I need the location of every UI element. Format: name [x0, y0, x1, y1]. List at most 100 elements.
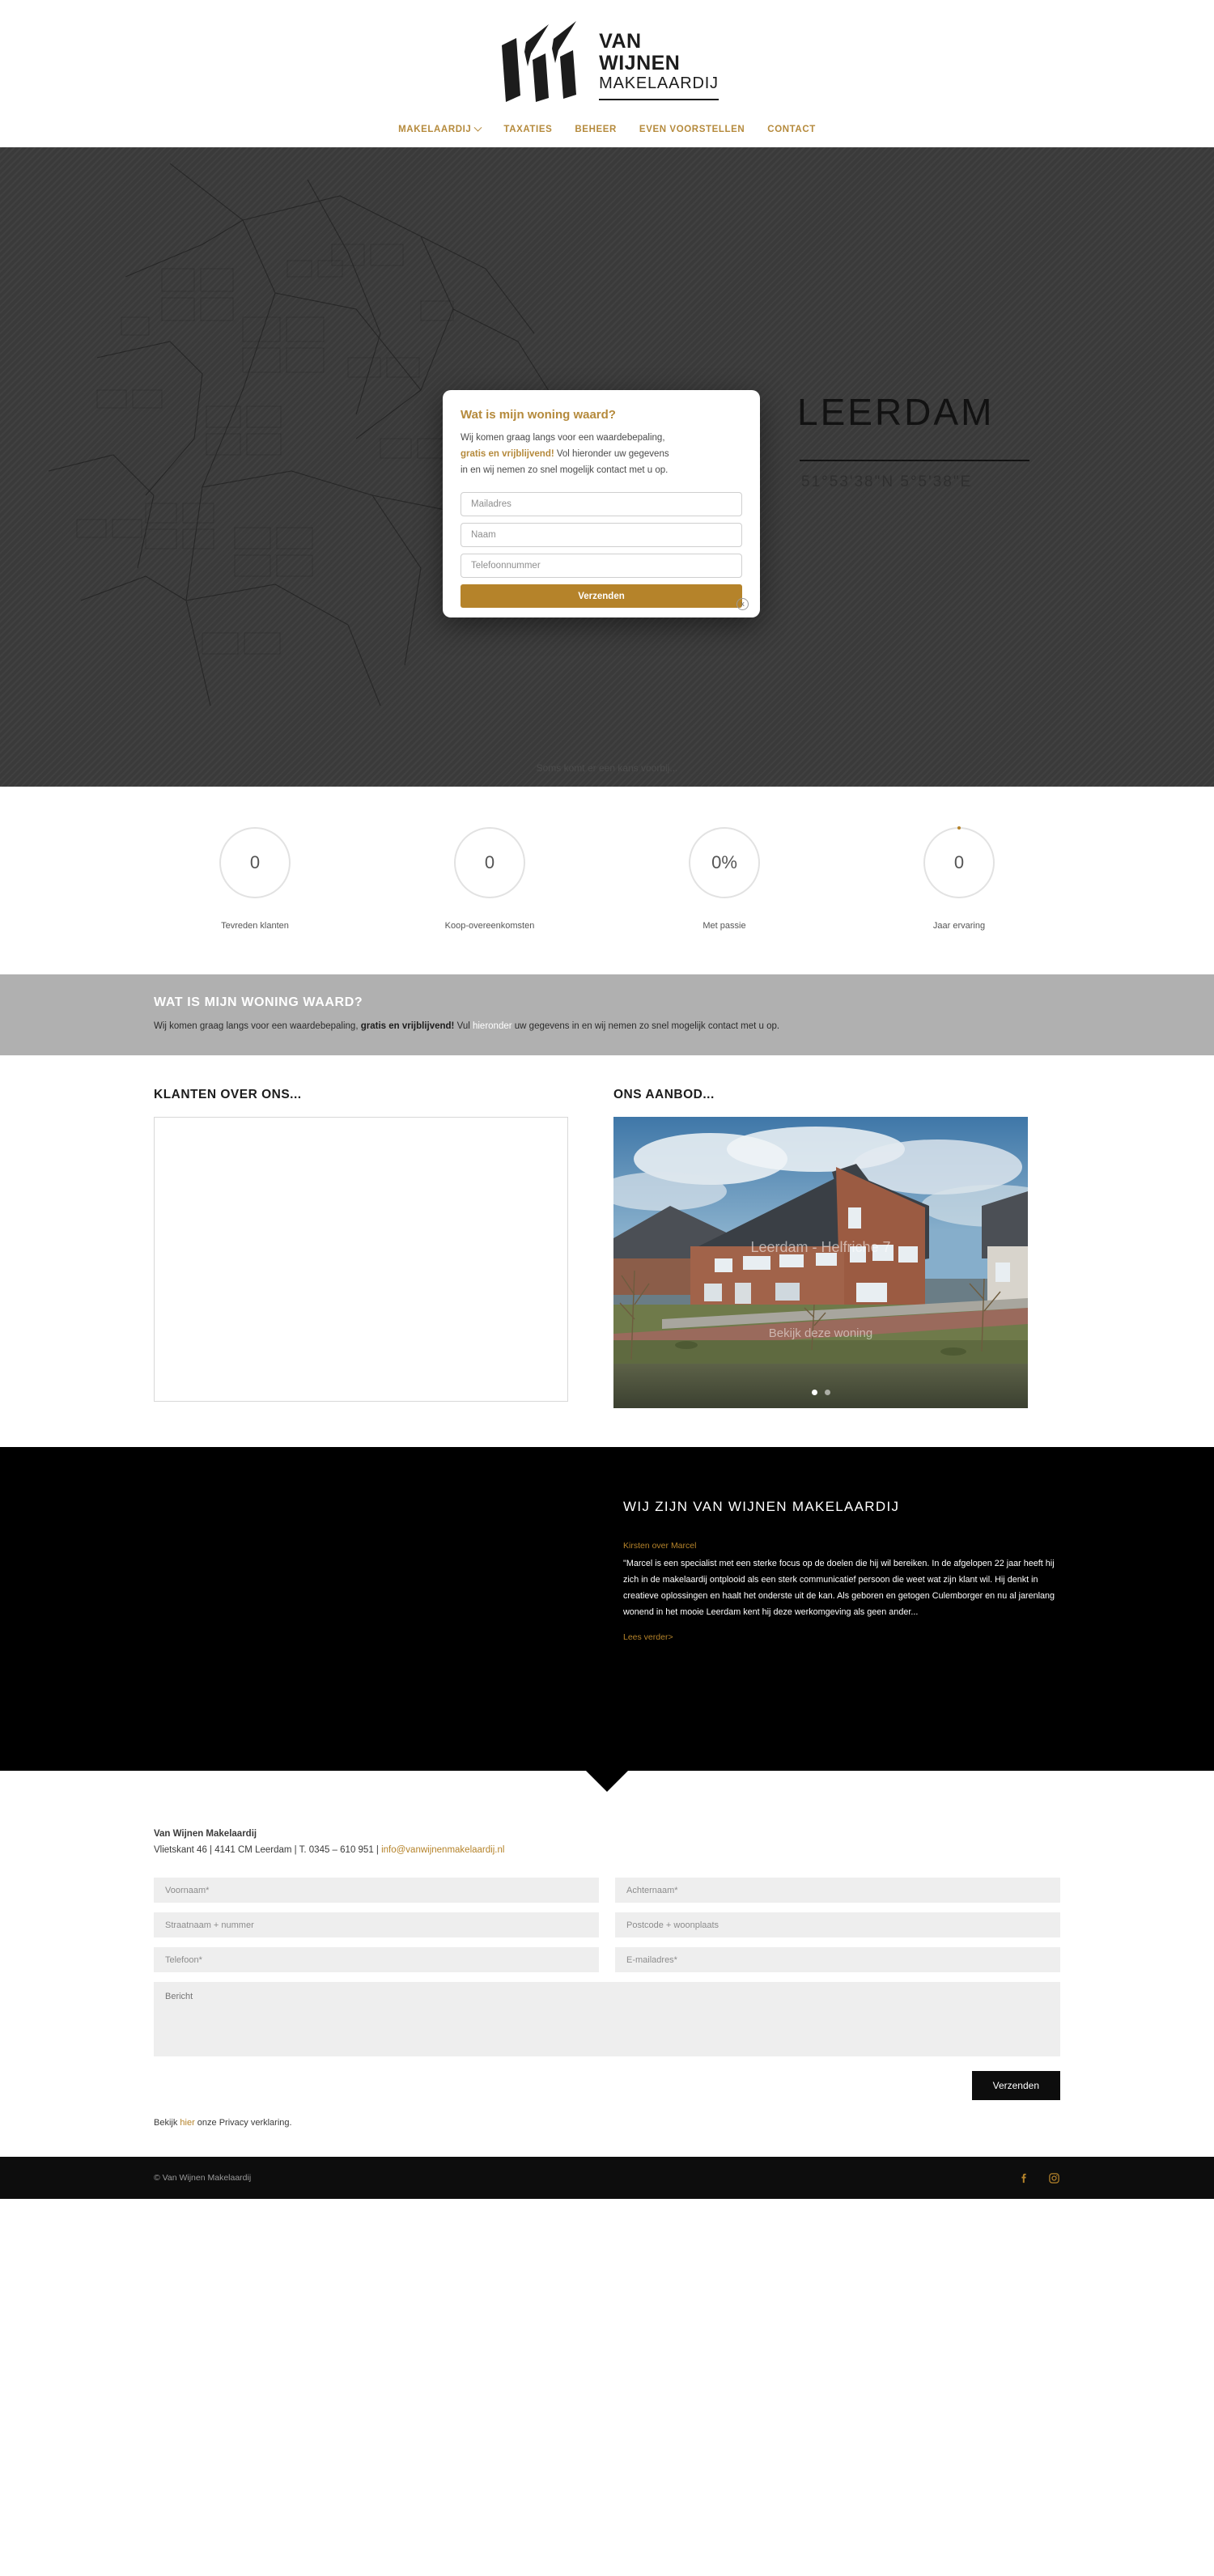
cta-text-strong: gratis en vrijblijvend! — [360, 1021, 455, 1031]
nav-item-contact[interactable]: CONTACT — [767, 125, 816, 134]
about-title: WIJ ZIJN VAN WIJNEN MAKELAARDIJ — [623, 1499, 900, 1514]
vw-logo-mark — [502, 21, 577, 102]
reviews-column: KLANTEN OVER ONS... — [154, 1088, 568, 1408]
contact-company-name: Van Wijnen Makelaardij — [154, 1829, 257, 1839]
contact-address-line: Vlietskant 46 | 4141 CM Leerdam | T. 034… — [154, 1845, 1060, 1855]
logo-line-wijnen: WIJNEN — [599, 51, 681, 74]
slider-dots — [613, 1390, 1028, 1395]
site-footer: © Van Wijnen Makelaardij — [0, 2157, 1214, 2199]
nav-label: MAKELAARDIJ — [398, 125, 472, 134]
counter-ring: 0% — [689, 827, 760, 898]
offer-title: ONS AANBOD... — [613, 1088, 715, 1101]
counter-label: Koop-overeenkomsten — [444, 921, 535, 931]
main-navigation: MAKELAARDIJ TAXATIES BEHEER EVEN VOORSTE… — [0, 113, 1214, 147]
contact-submit-button[interactable]: Verzenden — [971, 2071, 1060, 2100]
contact-address-text: Vlietskant 46 | 4141 CM Leerdam | T. 034… — [154, 1845, 382, 1855]
about-read-more-link[interactable]: Lees verder> — [623, 1632, 673, 1642]
nav-item-beheer[interactable]: BEHEER — [575, 125, 617, 134]
valuation-popup: Wat is mijn woning waard? Wij komen graa… — [443, 390, 760, 618]
privacy-note: Bekijk hier onze Privacy verklaring. — [154, 2118, 1060, 2157]
counter-ring: 0 — [219, 827, 291, 898]
close-icon[interactable]: x — [736, 598, 749, 611]
contact-submit-row: Verzenden — [154, 2071, 1060, 2100]
hero-copy: Soms komt er een kans voorbij... Langs d… — [154, 762, 1060, 787]
counter-jaar-ervaring: 0 Jaar ervaring — [894, 826, 1024, 931]
about-photo — [0, 1447, 607, 1771]
phone-input[interactable] — [154, 1947, 599, 1972]
logo-wordmark: VAN WIJNEN MAKELAARDIJ — [599, 18, 719, 100]
popup-body-strong: gratis en vrijblijvend! — [461, 448, 554, 459]
lastname-input[interactable] — [615, 1878, 1060, 1903]
content-columns: KLANTEN OVER ONS... ONS AANBOD... Leerda… — [154, 1088, 1060, 1447]
about-section: WIJ ZIJN VAN WIJNEN MAKELAARDIJ Kirsten … — [0, 1447, 1214, 1792]
reviews-widget[interactable] — [154, 1117, 568, 1402]
cta-hieronder-link[interactable]: hieronder — [473, 1021, 512, 1031]
postcode-input[interactable] — [615, 1912, 1060, 1937]
property-photo — [613, 1117, 1028, 1408]
hero-section: LEERDAM 51°53'38"N 5°5'38"E Wat is mijn … — [0, 147, 1214, 787]
footer-copyright: © Van Wijnen Makelaardij — [154, 2173, 252, 2183]
counter-value: 0 — [484, 852, 495, 872]
privacy-post-text: onze Privacy verklaring. — [194, 2118, 292, 2128]
privacy-pre-text: Bekijk — [154, 2118, 180, 2128]
hero-lead: Soms komt er een kans voorbij... — [536, 762, 678, 774]
counter-label: Jaar ervaring — [932, 921, 986, 931]
site-logo[interactable]: VAN WIJNEN MAKELAARDIJ — [0, 18, 1214, 113]
popup-body-line3: in en wij nemen zo snel mogelijk contact… — [461, 465, 669, 475]
popup-phone-input[interactable] — [461, 554, 742, 579]
nav-item-makelaardij[interactable]: MAKELAARDIJ — [398, 123, 482, 134]
chevron-down-icon — [473, 123, 482, 132]
counter-label: Met passie — [703, 921, 746, 931]
offer-column: ONS AANBOD... Leerdam - Helfriche 7 Beki… — [613, 1088, 1028, 1408]
cta-text-part2: Vul — [454, 1021, 473, 1031]
popup-body: Wij komen graag langs voor een waardebep… — [461, 431, 742, 478]
logo-line-makelaardij: MAKELAARDIJ — [599, 74, 719, 92]
cta-text-part3: uw gegevens in en wij nemen zo snel moge… — [511, 1021, 780, 1031]
reviews-title: KLANTEN OVER ONS... — [154, 1088, 302, 1101]
popup-email-input[interactable] — [461, 492, 742, 517]
counter-label: Tevreden klanten — [221, 921, 289, 931]
street-input[interactable] — [154, 1912, 599, 1937]
counter-koop-overeenkomsten: 0 Koop-overeenkomsten — [425, 827, 554, 931]
counter-ring: 0 — [454, 827, 525, 898]
message-textarea[interactable] — [154, 1982, 1060, 2056]
counter-ring: 0 — [923, 826, 995, 898]
contact-form-row-3 — [154, 1947, 1060, 1972]
logo-underline — [599, 99, 719, 100]
cta-text: Wij komen graag langs voor een waardebep… — [154, 1021, 1060, 1031]
popup-body-line1: Wij komen graag langs voor een waardebep… — [461, 433, 665, 443]
cta-title: WAT IS MIJN WONING WAARD? — [154, 995, 363, 1009]
popup-name-input[interactable] — [461, 523, 742, 548]
hero-coordinates: 51°53'38"N 5°5'38"E — [801, 473, 973, 490]
popup-title: Wat is mijn woning waard? — [461, 408, 616, 422]
section-notch — [586, 1771, 628, 1792]
popup-body-line2: Vol hieronder uw gegevens — [554, 448, 669, 459]
valuation-cta-band: WAT IS MIJN WONING WAARD? Wij komen graa… — [0, 974, 1214, 1055]
site-header: VAN WIJNEN MAKELAARDIJ MAKELAARDIJ TAXAT… — [0, 0, 1214, 147]
slider-dot-1[interactable] — [811, 1390, 817, 1395]
about-quote: "Marcel is een specialist met een sterke… — [623, 1559, 1055, 1617]
offer-slider[interactable]: Leerdam - Helfriche 7 Bekijk deze woning — [613, 1117, 1028, 1408]
nav-item-even-voorstellen[interactable]: EVEN VOORSTELLEN — [639, 125, 745, 134]
cta-text-part1: Wij komen graag langs voor een waardebep… — [154, 1021, 361, 1031]
nav-item-taxaties[interactable]: TAXATIES — [503, 125, 552, 134]
counter-met-passie: 0% Met passie — [660, 827, 789, 931]
slider-dot-2[interactable] — [824, 1390, 830, 1395]
contact-email-link[interactable]: info@vanwijnenmakelaardij.nl — [381, 1845, 504, 1855]
counter-tevreden-klanten: 0 Tevreden klanten — [190, 827, 320, 931]
instagram-icon[interactable] — [1048, 2172, 1060, 2184]
firstname-input[interactable] — [154, 1878, 599, 1903]
about-text: WIJ ZIJN VAN WIJNEN MAKELAARDIJ Kirsten … — [607, 1447, 1214, 1771]
contact-section: Van Wijnen Makelaardij Vlietskant 46 | 4… — [154, 1771, 1060, 2157]
footer-social-links — [1018, 2172, 1060, 2184]
contact-form-row-1 — [154, 1878, 1060, 1903]
hero-city-name: LEERDAM — [797, 391, 995, 433]
popup-submit-button[interactable]: Verzenden — [461, 584, 742, 609]
facebook-icon[interactable] — [1018, 2172, 1030, 2184]
counter-value: 0 — [953, 852, 965, 872]
counter-value: 0% — [711, 852, 737, 872]
email-input[interactable] — [615, 1947, 1060, 1972]
privacy-link[interactable]: hier — [180, 2118, 194, 2128]
counters-section: 0 Tevreden klanten 0 Koop-overeenkomsten… — [0, 787, 1214, 974]
contact-form-row-2 — [154, 1912, 1060, 1937]
